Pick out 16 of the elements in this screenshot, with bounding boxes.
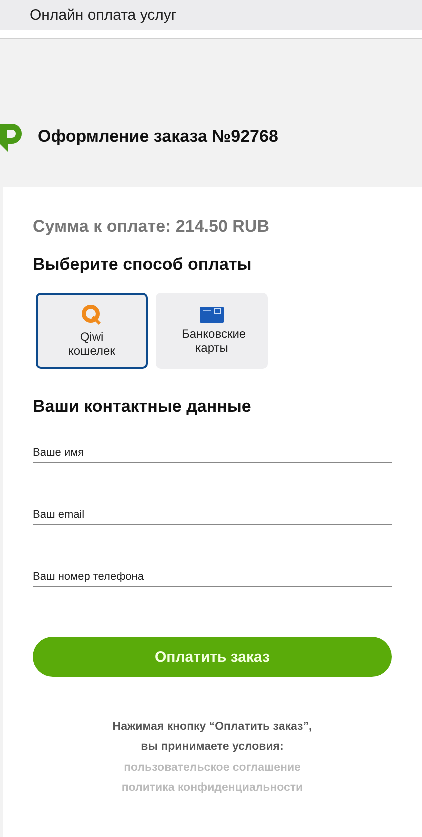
bank-card-icon bbox=[200, 307, 224, 323]
terms-text: Нажимая кнопку “Оплатить заказ”, вы принимаете условия: bbox=[112, 720, 314, 755]
input-field[interactable]: Ваше имя bbox=[33, 445, 392, 463]
input-field[interactable]: Ваш email bbox=[33, 507, 392, 525]
payment-method[interactable]: Qiwi кошелек bbox=[36, 293, 148, 369]
section-title: Ваши контактные данные bbox=[33, 397, 252, 417]
terms-link[interactable]: пользовательское соглашение bbox=[124, 759, 301, 777]
qiwi-icon bbox=[81, 304, 103, 326]
input-field[interactable]: Ваш номер телефона bbox=[33, 569, 392, 587]
pay-button[interactable]: Оплатить заказ bbox=[33, 637, 392, 677]
amount-text: Сумма к оплате: 214.50 RUB bbox=[33, 217, 270, 237]
window-title: Онлайн оплата услуг bbox=[30, 6, 177, 24]
order-title: Оформление заказа №92768 bbox=[38, 127, 278, 147]
terms-link[interactable]: политика конфиденциальности bbox=[122, 779, 304, 797]
section-title: Выберите способ оплаты bbox=[33, 255, 253, 275]
payment-method[interactable]: Банковские карты bbox=[156, 293, 268, 369]
